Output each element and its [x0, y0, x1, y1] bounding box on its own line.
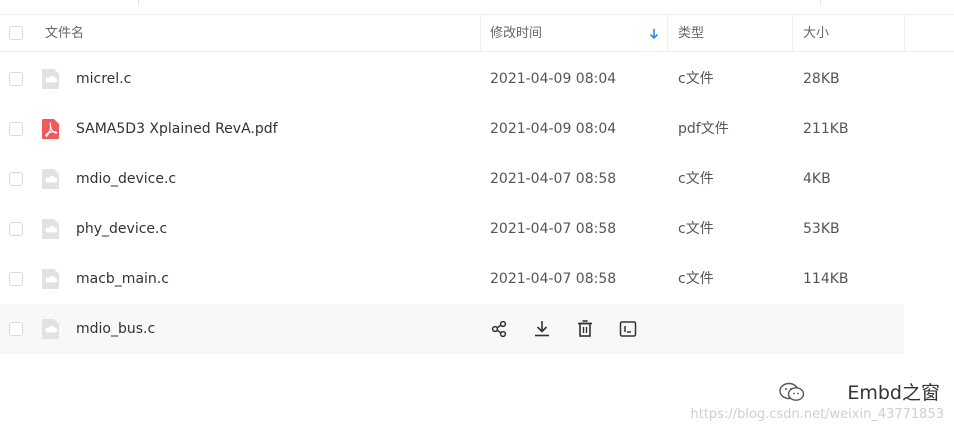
- file-generic-icon: [42, 69, 59, 89]
- header-type[interactable]: 类型: [678, 15, 704, 52]
- file-type: pdf文件: [678, 121, 729, 137]
- file-name[interactable]: SAMA5D3 Xplained RevA.pdf: [76, 104, 278, 154]
- wechat-icon: [779, 382, 805, 401]
- select-all-checkbox[interactable]: [9, 26, 23, 40]
- file-size: 28KB: [803, 71, 840, 87]
- row-checkbox[interactable]: [9, 322, 23, 336]
- file-type: c文件: [678, 171, 714, 187]
- file-generic-icon: [42, 169, 59, 189]
- file-size: 114KB: [803, 271, 849, 287]
- file-generic-icon: [42, 269, 59, 289]
- table-row[interactable]: mdio_device.c 2021-04-07 08:58 c文件 4KB: [0, 154, 904, 204]
- file-type: c文件: [678, 271, 714, 287]
- row-checkbox[interactable]: [9, 122, 23, 136]
- row-checkbox[interactable]: [9, 72, 23, 86]
- file-modified-time: 2021-04-07 08:58: [490, 171, 617, 187]
- table-row[interactable]: SAMA5D3 Xplained RevA.pdf 2021-04-09 08:…: [0, 104, 904, 154]
- table-row[interactable]: macb_main.c 2021-04-07 08:58 c文件 114KB: [0, 254, 904, 304]
- file-type: c文件: [678, 221, 714, 237]
- row-checkbox[interactable]: [9, 272, 23, 286]
- sort-descending-icon[interactable]: [648, 27, 660, 41]
- file-name[interactable]: phy_device.c: [76, 204, 167, 254]
- row-checkbox[interactable]: [9, 222, 23, 236]
- table-row[interactable]: micrel.c 2021-04-09 08:04 c文件 28KB: [0, 54, 904, 104]
- file-generic-icon: [42, 319, 59, 339]
- file-generic-icon: [42, 219, 59, 239]
- file-size: 53KB: [803, 221, 840, 237]
- row-checkbox[interactable]: [9, 172, 23, 186]
- download-icon[interactable]: [532, 319, 552, 339]
- share-icon[interactable]: [490, 319, 510, 339]
- file-modified-time: 2021-04-09 08:04: [490, 71, 617, 87]
- header-name[interactable]: 文件名: [45, 15, 84, 52]
- file-name[interactable]: micrel.c: [76, 54, 131, 104]
- watermark-brand: Embd之窗: [847, 382, 940, 404]
- table-row-hovered[interactable]: mdio_bus.c: [0, 304, 904, 354]
- file-name[interactable]: macb_main.c: [76, 254, 169, 304]
- header-modified-time[interactable]: 修改时间: [490, 15, 542, 52]
- file-modified-time: 2021-04-09 08:04: [490, 121, 617, 137]
- table-row[interactable]: phy_device.c 2021-04-07 08:58 c文件 53KB: [0, 204, 904, 254]
- file-modified-time: 2021-04-07 08:58: [490, 221, 617, 237]
- delete-icon[interactable]: [575, 319, 595, 339]
- file-modified-time: 2021-04-07 08:58: [490, 271, 617, 287]
- rename-icon[interactable]: [618, 319, 638, 339]
- watermark-url: https://blog.csdn.net/weixin_43771853: [690, 407, 944, 422]
- file-name[interactable]: mdio_bus.c: [76, 304, 155, 354]
- file-type: c文件: [678, 71, 714, 87]
- header-size[interactable]: 大小: [803, 15, 829, 52]
- top-edge: [0, 0, 954, 14]
- file-name[interactable]: mdio_device.c: [76, 154, 176, 204]
- pdf-icon: [42, 119, 59, 139]
- file-size: 4KB: [803, 171, 831, 187]
- table-header: 文件名 修改时间 类型 大小: [0, 14, 954, 52]
- file-size: 211KB: [803, 121, 849, 137]
